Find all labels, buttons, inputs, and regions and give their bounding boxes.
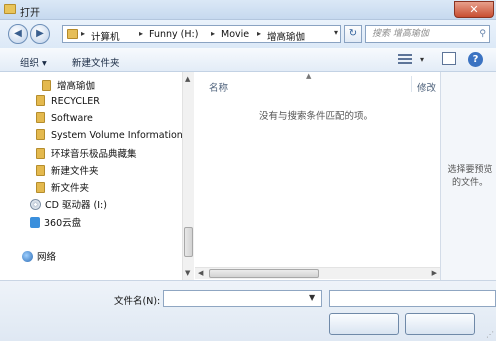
navigation-pane: 增高瑜伽 RECYCLER Software System Volume Inf… — [0, 72, 194, 280]
cloud-drive-icon — [30, 217, 40, 228]
sidebar-item-label: 环球音乐极品典藏集 — [51, 149, 137, 160]
organize-button[interactable]: 组织 ▾ — [20, 55, 47, 69]
scroll-up-icon[interactable]: ▲ — [185, 75, 190, 83]
breadcrumb-movie[interactable]: Movie — [221, 29, 249, 40]
search-icon[interactable]: ⚲ — [479, 26, 486, 42]
sort-ascending-icon: ▲ — [306, 72, 312, 80]
back-button[interactable]: ◀ — [8, 24, 28, 44]
scroll-thumb[interactable] — [184, 227, 193, 257]
chevron-down-icon[interactable]: ▾ — [420, 55, 424, 71]
breadcrumb-drive[interactable]: Funny (H:) — [149, 29, 198, 40]
sidebar-item-music[interactable]: 环球音乐极品典藏集 — [36, 146, 137, 160]
sidebar-item-label: CD 驱动器 (I:) — [45, 200, 107, 211]
scroll-down-icon[interactable]: ▼ — [185, 269, 190, 277]
file-list[interactable]: ▲ 名称 修改 没有与搜索条件匹配的项。 — [195, 72, 440, 267]
search-input[interactable]: 搜索 增高瑜伽 ⚲ — [365, 25, 490, 43]
scroll-thumb[interactable] — [209, 269, 319, 278]
folder-icon — [42, 80, 51, 91]
folder-icon — [36, 165, 45, 176]
breadcrumb-separator[interactable]: ▸ — [81, 29, 85, 38]
sidebar-item-label: 网络 — [37, 252, 57, 263]
chevron-down-icon[interactable]: ▾ — [334, 28, 338, 37]
refresh-button[interactable]: ↻ — [344, 25, 362, 43]
chevron-down-icon[interactable]: ▼ — [309, 293, 315, 302]
scroll-left-icon[interactable]: ◀ — [198, 269, 203, 277]
sidebar-item-label: 360云盘 — [44, 218, 82, 229]
filename-bar: 文件名(N): ▼ ⋰ — [0, 280, 496, 341]
breadcrumb-separator[interactable]: ▸ — [139, 29, 143, 38]
breadcrumb-separator[interactable]: ▸ — [211, 29, 215, 38]
command-toolbar: 组织 ▾ 新建文件夹 ▾ ? — [0, 48, 496, 72]
sidebar-item-current-folder[interactable]: 增高瑜伽 — [42, 78, 95, 92]
folder-icon — [36, 112, 45, 123]
breadcrumb-computer[interactable]: 计算机 — [91, 29, 120, 43]
cd-drive-icon — [30, 199, 41, 210]
sidebar-item-label: Software — [51, 113, 93, 124]
open-button[interactable] — [329, 313, 399, 335]
resize-grip-icon[interactable]: ⋰ — [486, 330, 494, 339]
preview-pane: 选择要预览的文件。 — [440, 72, 496, 280]
column-header-name[interactable]: 名称 — [209, 80, 228, 94]
filename-input[interactable] — [163, 290, 322, 307]
sidebar-item-label: 新文件夹 — [51, 183, 90, 194]
folder-icon — [36, 95, 45, 106]
preview-pane-icon[interactable] — [442, 52, 456, 65]
horizontal-scrollbar[interactable]: ◀ ▶ — [195, 267, 440, 279]
column-header-modified[interactable]: 修改 — [417, 80, 436, 94]
scroll-right-icon[interactable]: ▶ — [432, 269, 437, 277]
folder-icon — [67, 29, 78, 39]
window-title: 打开 — [20, 8, 40, 19]
sidebar-item-system-volume[interactable]: System Volume Information — [36, 129, 183, 141]
sidebar-item-software[interactable]: Software — [36, 112, 93, 124]
folder-icon — [36, 182, 45, 193]
search-placeholder: 搜索 增高瑜伽 — [372, 29, 429, 39]
sidebar-item-network[interactable]: 网络 — [22, 249, 56, 263]
view-options-icon[interactable] — [398, 52, 412, 68]
new-folder-button[interactable]: 新建文件夹 — [72, 55, 120, 69]
close-button[interactable]: ✕ — [454, 1, 494, 18]
folder-icon — [36, 148, 45, 159]
title-bar: 打开 ✕ — [0, 0, 496, 20]
sidebar-item-cd-drive[interactable]: CD 驱动器 (I:) — [30, 197, 107, 211]
network-icon — [22, 251, 33, 262]
folder-icon — [4, 4, 16, 14]
forward-button[interactable]: ▶ — [30, 24, 50, 44]
breadcrumb-current-folder[interactable]: 增高瑜伽 — [267, 29, 305, 43]
address-bar-row: ◀ ▶ ▸ 计算机 ▸ Funny (H:) ▸ Movie ▸ 增高瑜伽 ▾ … — [0, 20, 496, 48]
sidebar-item-new-folder-2[interactable]: 新文件夹 — [36, 180, 89, 194]
help-icon[interactable]: ? — [468, 52, 483, 67]
sidebar-item-label: 增高瑜伽 — [57, 81, 96, 92]
sidebar-item-new-folder[interactable]: 新建文件夹 — [36, 163, 99, 177]
empty-results-message: 没有与搜索条件匹配的项。 — [259, 111, 374, 122]
sidebar-item-360-cloud[interactable]: 360云盘 — [30, 215, 81, 229]
sidebar-item-label: RECYCLER — [51, 96, 100, 107]
column-divider[interactable] — [411, 76, 412, 92]
sidebar-item-recycler[interactable]: RECYCLER — [36, 95, 100, 107]
filename-label: 文件名(N): — [114, 296, 161, 307]
sidebar-scrollbar[interactable]: ▲ ▼ — [182, 72, 194, 280]
file-type-select[interactable] — [329, 290, 496, 307]
folder-icon — [36, 129, 45, 140]
sidebar-item-label: System Volume Information — [51, 130, 183, 141]
cancel-button[interactable] — [405, 313, 475, 335]
preview-placeholder-text: 选择要预览的文件。 — [447, 165, 493, 188]
breadcrumb[interactable]: ▸ 计算机 ▸ Funny (H:) ▸ Movie ▸ 增高瑜伽 ▾ — [62, 25, 341, 43]
sidebar-item-label: 新建文件夹 — [51, 166, 99, 177]
breadcrumb-separator[interactable]: ▸ — [257, 29, 261, 38]
